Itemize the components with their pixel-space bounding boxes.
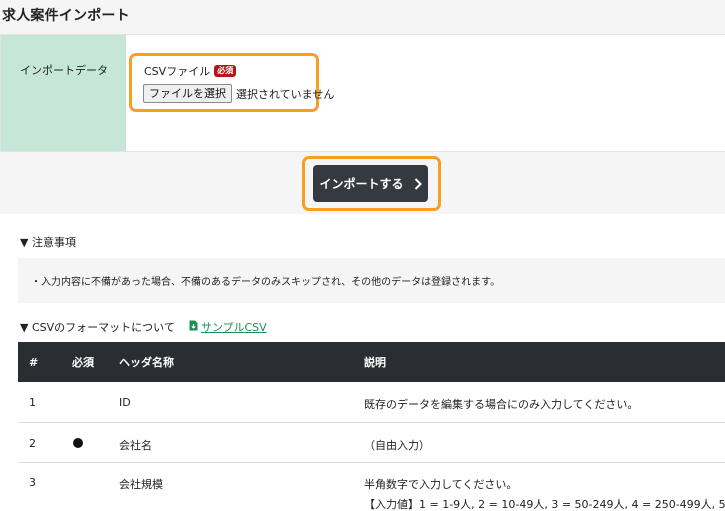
file-input: ファイルを選択 選択されていません <box>143 84 334 103</box>
table-row: 3 会社規模 半角数字で入力してください。 【入力値】1 = 1-9人, 2 =… <box>18 462 725 511</box>
file-download-icon <box>189 320 198 334</box>
required-badge: 必須 <box>214 65 237 77</box>
row-name: ID <box>119 382 364 423</box>
csv-format-heading: ▼ CSVのフォーマットについて サンプルCSV <box>20 319 267 335</box>
page-header: 求人案件インポート <box>0 0 725 35</box>
row-num: 3 <box>29 475 36 489</box>
row-name: 会社名 <box>119 422 364 463</box>
table-row: 1 ID 既存のデータを編集する場合にのみ入力してください。 <box>18 382 725 423</box>
import-form-row: インポートデータ <box>0 35 725 152</box>
file-status-text: 選択されていません <box>236 87 335 101</box>
chevron-right-icon <box>414 177 422 190</box>
row-desc: 既存のデータを編集する場合にのみ入力してください。 <box>364 382 725 423</box>
row-required <box>66 462 119 511</box>
header-name: ヘッダ名称 <box>119 342 364 382</box>
sample-csv-link[interactable]: サンプルCSV <box>189 319 267 335</box>
csv-format-heading-text: ▼ CSVのフォーマットについて <box>20 321 175 334</box>
notes-text: ・入力内容に不備があった場合、不備のあるデータのみスキップされ、その他のデータは… <box>31 277 501 288</box>
page-title: 求人案件インポート <box>2 8 130 24</box>
choose-file-button[interactable]: ファイルを選択 <box>143 84 232 103</box>
row-desc-cell: 半角数字で入力してください。 【入力値】1 = 1-9人, 2 = 10-49人… <box>364 462 725 511</box>
table-row: 2 会社名 （自由入力） <box>18 422 725 463</box>
row-required <box>66 422 119 463</box>
row-desc: 半角数字で入力してください。 <box>364 477 518 491</box>
row-num: 1 <box>18 382 66 423</box>
row-num: 2 <box>18 422 66 463</box>
notes-heading: ▼ 注意事項 <box>20 236 76 249</box>
csv-file-label-text: CSVファイル <box>144 65 211 78</box>
import-data-label: インポートデータ <box>20 64 108 77</box>
header-num: # <box>18 342 66 382</box>
form-label-cell: インポートデータ <box>1 35 126 151</box>
row-required <box>66 382 119 423</box>
header-desc: 説明 <box>364 342 725 382</box>
header-required: 必須 <box>66 342 119 382</box>
import-button-label: インポートする <box>319 177 404 191</box>
row-name: 会社規模 <box>119 477 163 491</box>
table-header-row: # 必須 ヘッダ名称 説明 <box>18 342 725 382</box>
required-dot-icon <box>73 437 83 448</box>
csv-format-table: # 必須 ヘッダ名称 説明 1 ID 既存のデータを編集する場合にのみ入力してく… <box>18 342 725 511</box>
row-desc: （自由入力） <box>364 422 725 463</box>
import-button[interactable]: インポートする <box>313 165 428 202</box>
row-desc-detail: 【入力値】1 = 1-9人, 2 = 10-49人, 3 = 50-249人, … <box>364 497 725 511</box>
file-input-highlight <box>129 53 319 112</box>
csv-file-label: CSVファイル 必須 <box>144 63 237 79</box>
sample-csv-link-text: サンプルCSV <box>200 321 267 334</box>
